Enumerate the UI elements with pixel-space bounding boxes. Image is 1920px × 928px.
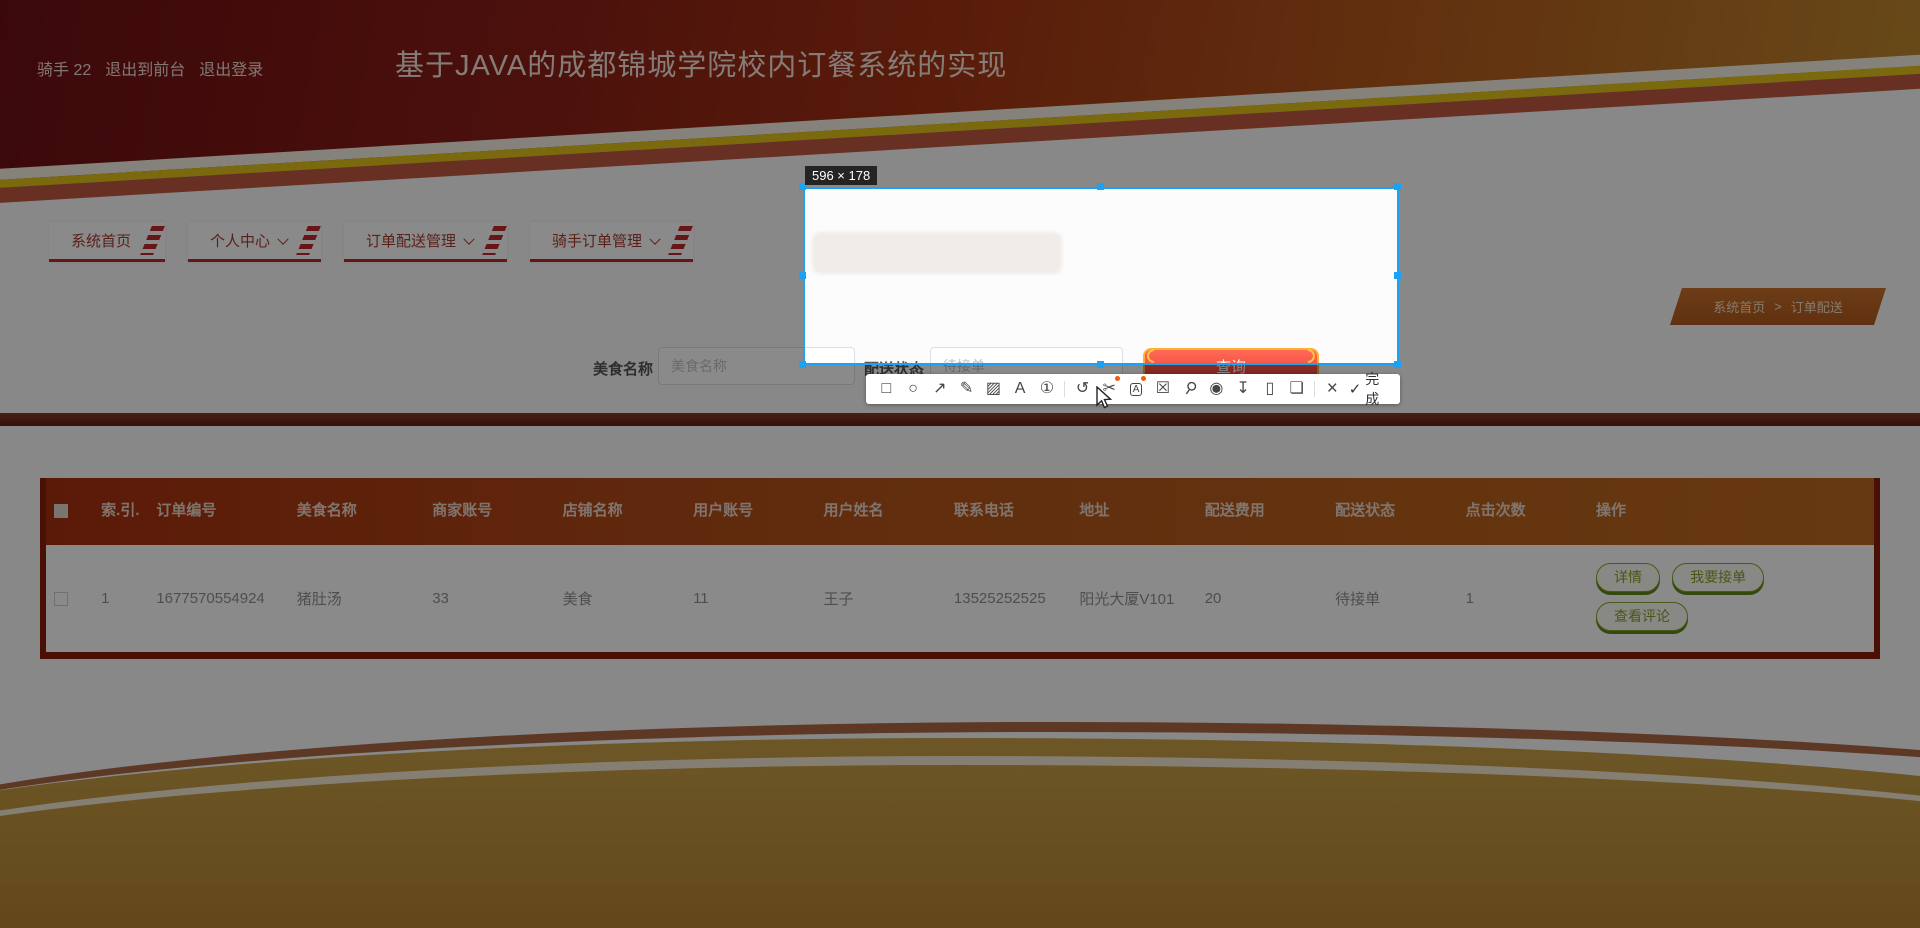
tab-stripe-decoration (140, 226, 165, 255)
close-icon[interactable]: × (1319, 375, 1346, 403)
resize-handle-ne[interactable] (1394, 183, 1401, 190)
tab-rider-order-mgmt[interactable]: 骑手订单管理 (530, 222, 694, 262)
ellipse-tool-icon[interactable]: ○ (900, 375, 927, 403)
notification-dot (1141, 376, 1147, 381)
check-icon: ✓ (1348, 381, 1362, 398)
select-all-checkbox[interactable] (54, 504, 68, 519)
step-number-tool-icon[interactable]: ① (1034, 375, 1061, 403)
capture-selection-region[interactable] (803, 187, 1399, 365)
selection-size-label: 596 × 178 (805, 166, 878, 185)
table-header-row: 索.引. 订单编号 美食名称 商家账号 店铺名称 用户账号 用户姓名 联系电话 … (43, 478, 1877, 545)
col-delivery-fee: 配送费用 (1204, 502, 1265, 520)
username-label: 骑手 22 (37, 62, 92, 79)
snipping-toolbar: □ ○ ↗ ✎ ▨ A ① ↺ ✂ A ☒ ⚲ ◉ ↧ ▯ ❏ × ✓ 完成 (866, 371, 1400, 407)
row-checkbox[interactable] (54, 591, 68, 606)
col-delivery-status: 配送状态 (1335, 502, 1396, 520)
resize-handle-e[interactable] (1394, 272, 1401, 279)
text-tool-icon[interactable]: A (1007, 375, 1034, 403)
extract-text-icon[interactable]: ☒ (1149, 375, 1176, 403)
col-food-name: 美食名称 (296, 502, 357, 520)
resize-handle-n[interactable] (1097, 183, 1104, 190)
phone-icon[interactable]: ▯ (1256, 375, 1283, 403)
section-divider-bar (0, 413, 1920, 426)
resize-handle-s[interactable] (1097, 361, 1104, 368)
accept-order-button[interactable]: 我要接单 (1672, 563, 1765, 593)
view-comments-button[interactable]: 查看评论 (1595, 602, 1688, 632)
record-icon[interactable]: ◉ (1203, 375, 1230, 403)
resize-handle-w[interactable] (799, 272, 806, 279)
table-row: 1 1677570554924 猪肚汤 33 美食 11 王子 13525252… (43, 545, 1877, 656)
tab-personal-center[interactable]: 个人中心 (188, 222, 322, 262)
cell-index: 1 (93, 545, 149, 656)
food-name-label: 美食名称 (593, 361, 654, 378)
resize-handle-sw[interactable] (799, 361, 806, 368)
cell-shop-name: 美食 (554, 545, 686, 656)
detail-button[interactable]: 详情 (1595, 563, 1660, 593)
cell-click-count: 1 (1457, 545, 1588, 656)
done-label: 完成 (1365, 371, 1380, 407)
orders-table: 索.引. 订单编号 美食名称 商家账号 店铺名称 用户账号 用户姓名 联系电话 … (40, 478, 1880, 659)
breadcrumb: 系统首页 > 订单配送 (1669, 288, 1887, 325)
chevron-down-icon (277, 233, 289, 245)
col-phone: 联系电话 (953, 502, 1014, 520)
tab-stripe-decoration (296, 226, 321, 255)
download-icon[interactable]: ↧ (1230, 375, 1257, 403)
col-user-account: 用户账号 (693, 502, 754, 520)
tab-system-home[interactable]: 系统首页 (49, 222, 166, 262)
cell-food-name: 猪肚汤 (288, 545, 425, 656)
undo-icon[interactable]: ↺ (1069, 375, 1096, 403)
page-title: 基于JAVA的成都锦城学院校内订餐系统的实现 (395, 50, 1008, 82)
col-index: 索.引. (101, 502, 140, 520)
tab-label: 系统首页 (71, 233, 132, 250)
mosaic-tool-icon[interactable]: ▨ (980, 375, 1007, 403)
logout-link[interactable]: 退出登录 (199, 56, 263, 80)
translate-icon[interactable]: A (1123, 375, 1150, 403)
col-shop-name: 店铺名称 (562, 502, 623, 520)
cell-merchant-account: 33 (424, 545, 555, 656)
cell-user-name: 王子 (815, 545, 946, 656)
rectangle-tool-icon[interactable]: □ (873, 375, 900, 403)
chevron-down-icon (463, 233, 475, 245)
cell-order-no: 1677570554924 (148, 545, 289, 656)
col-order-no: 订单编号 (156, 502, 217, 520)
pin-icon[interactable]: ⚲ (1176, 375, 1203, 403)
resize-handle-se[interactable] (1394, 361, 1401, 368)
col-merchant-account: 商家账号 (432, 502, 493, 520)
bookmark-icon[interactable]: ❏ (1283, 375, 1310, 403)
done-button[interactable]: ✓ 完成 (1349, 369, 1393, 409)
notification-dot (1114, 376, 1120, 381)
nav-tabs: 系统首页 个人中心 订单配送管理 骑手订单管理 (49, 222, 694, 262)
row-actions: 详情 我要接单 查看评论 (1595, 559, 1791, 637)
breadcrumb-current: 订单配送 (1790, 300, 1843, 315)
cell-delivery-status: 待接单 (1327, 545, 1458, 656)
tab-label: 骑手订单管理 (552, 233, 643, 250)
tab-label: 个人中心 (210, 233, 271, 250)
mouse-cursor-icon (1096, 386, 1113, 409)
breadcrumb-home-link[interactable]: 系统首页 (1713, 297, 1765, 316)
col-user-name: 用户姓名 (823, 502, 884, 520)
col-actions: 操作 (1595, 502, 1626, 520)
tab-stripe-decoration (668, 226, 693, 255)
chevron-down-icon (649, 233, 661, 245)
cell-phone: 13525252525 (945, 545, 1072, 656)
cell-delivery-fee: 20 (1196, 545, 1328, 656)
cell-address: 阳光大厦V101 (1071, 545, 1197, 656)
app-root: 骑手 22 退出到前台 退出登录 基于JAVA的成都锦城学院校内订餐系统的实现 … (0, 0, 1920, 928)
bottom-wave-rust (0, 722, 1920, 928)
toolbar-divider (1313, 381, 1315, 397)
exit-to-front-link[interactable]: 退出到前台 (105, 56, 185, 80)
tab-stripe-decoration (482, 226, 507, 255)
tab-label: 订单配送管理 (366, 233, 457, 250)
toolbar-divider (1064, 381, 1066, 397)
cell-user-account: 11 (685, 545, 816, 656)
tab-order-delivery-mgmt[interactable]: 订单配送管理 (344, 222, 508, 262)
col-click-count: 点击次数 (1465, 502, 1526, 520)
arrow-tool-icon[interactable]: ↗ (927, 375, 954, 403)
pencil-tool-icon[interactable]: ✎ (953, 375, 980, 403)
user-bar: 骑手 22 退出到前台 退出登录 (37, 56, 263, 80)
breadcrumb-separator: > (1774, 299, 1782, 314)
col-address: 地址 (1079, 502, 1110, 520)
